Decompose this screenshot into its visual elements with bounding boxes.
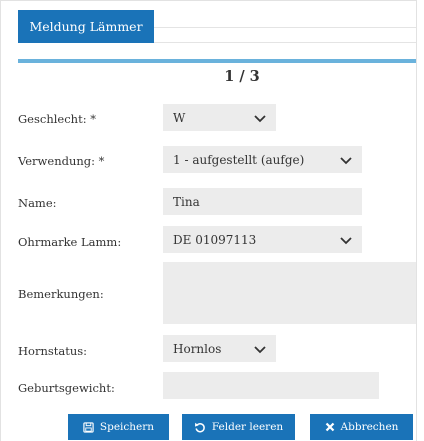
save-button-label: Speichern (99, 421, 155, 433)
cancel-button[interactable]: Abbrechen (310, 414, 413, 440)
geschlecht-select[interactable]: W (163, 104, 276, 131)
name-label: Name: (18, 196, 57, 210)
hornstatus-label: Hornstatus: (18, 344, 88, 358)
panel-border-right (416, 0, 417, 441)
tab-strip-line (154, 27, 416, 28)
header-accent-bar (18, 59, 416, 63)
hornstatus-value: Hornlos (173, 341, 222, 356)
chevron-down-icon (340, 157, 352, 165)
panel-border-top (0, 0, 417, 1)
cancel-button-label: Abbrechen (340, 421, 399, 433)
floppy-disk-icon (83, 421, 94, 433)
geschlecht-label: Geschlecht: * (18, 112, 96, 126)
undo-icon (194, 422, 205, 433)
clear-fields-button-label: Felder leeren (211, 421, 284, 433)
page-indicator: 1 / 3 (224, 68, 260, 85)
hornstatus-select[interactable]: Hornlos (163, 335, 276, 362)
bemerkungen-label: Bemerkungen: (18, 287, 104, 301)
verwendung-select[interactable]: 1 - aufgestellt (aufge) (163, 146, 362, 173)
panel-border-left (0, 0, 1, 441)
ohrmarke-select[interactable]: DE 01097113 (163, 226, 362, 253)
verwendung-label: Verwendung: * (18, 154, 105, 168)
name-input[interactable]: Tina (163, 188, 362, 215)
bemerkungen-textarea[interactable] (163, 262, 416, 324)
geburtsgewicht-label: Geburtsgewicht: (18, 381, 115, 395)
chevron-down-icon (340, 237, 352, 245)
geburtsgewicht-input[interactable] (163, 372, 379, 399)
tab-meldung-laemmer[interactable]: Meldung Lämmer (18, 10, 154, 43)
geschlecht-value: W (173, 110, 186, 125)
verwendung-value: 1 - aufgestellt (aufge) (173, 152, 305, 167)
chevron-down-icon (254, 115, 266, 123)
ohrmarke-label: Ohrmarke Lamm: (18, 235, 122, 249)
save-button[interactable]: Speichern (68, 414, 169, 440)
ohrmarke-value: DE 01097113 (173, 232, 257, 247)
tab-strip-line (154, 42, 416, 43)
close-icon (325, 422, 334, 432)
name-value: Tina (173, 194, 200, 209)
clear-fields-button[interactable]: Felder leeren (182, 414, 295, 440)
chevron-down-icon (254, 346, 266, 354)
